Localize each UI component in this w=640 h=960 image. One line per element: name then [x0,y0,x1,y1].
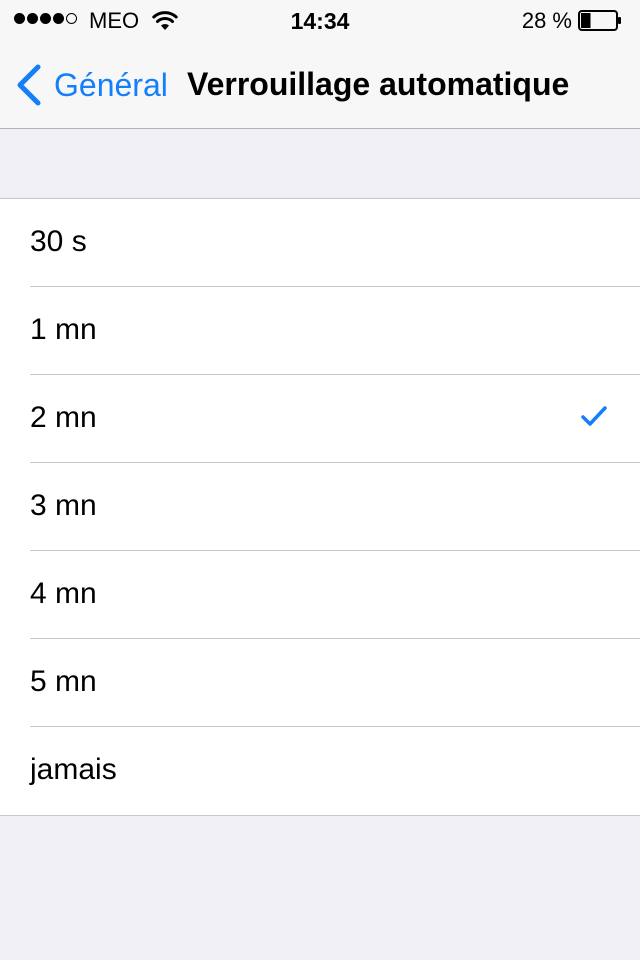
list-item-jamais[interactable]: jamais [0,726,640,815]
auto-lock-options-list: 30 s 1 mn 2 mn 3 mn 4 mn 5 mn jamais [0,198,640,816]
chevron-left-icon [17,64,41,106]
list-item-30s[interactable]: 30 s [0,199,640,287]
back-button[interactable]: Général [14,64,168,106]
battery-percent: 28 % [521,8,572,33]
battery-level-fill [581,13,591,28]
list-item-4mn[interactable]: 4 mn [0,550,640,639]
list-item-3mn[interactable]: 3 mn [0,462,640,551]
list-item-label: 3 mn [30,489,97,522]
navigation-bar: Général Verrouillage automatique [0,40,640,129]
list-item-label: 2 mn [30,401,97,434]
list-item-5mn[interactable]: 5 mn [0,638,640,727]
list-item-1mn[interactable]: 1 mn [0,286,640,375]
list-item-label: jamais [30,753,117,786]
page-title: Verrouillage automatique [187,66,570,102]
status-bar: MEO 14:34 28 % [0,0,640,40]
list-item-label: 1 mn [30,313,97,346]
list-item-label: 5 mn [30,665,97,698]
list-item-2mn[interactable]: 2 mn [0,374,640,463]
list-item-label: 30 s [30,225,87,258]
checkmark-icon [581,406,607,426]
back-button-label[interactable]: Général [54,67,168,103]
list-item-label: 4 mn [30,577,97,610]
battery-icon [578,10,621,31]
